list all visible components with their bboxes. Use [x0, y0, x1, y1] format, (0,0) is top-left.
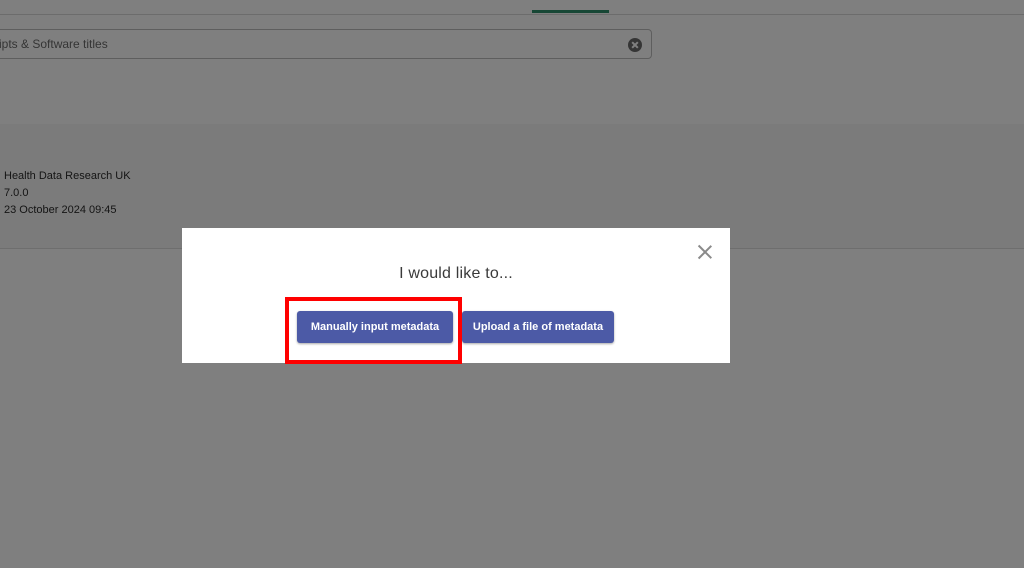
manually-input-metadata-button[interactable]: Manually input metadata: [297, 311, 453, 343]
choose-input-method-dialog: I would like to... Manually input metada…: [182, 228, 730, 363]
dialog-title: I would like to...: [399, 265, 513, 282]
close-icon[interactable]: [696, 243, 714, 261]
upload-metadata-file-button[interactable]: Upload a file of metadata: [462, 311, 614, 343]
